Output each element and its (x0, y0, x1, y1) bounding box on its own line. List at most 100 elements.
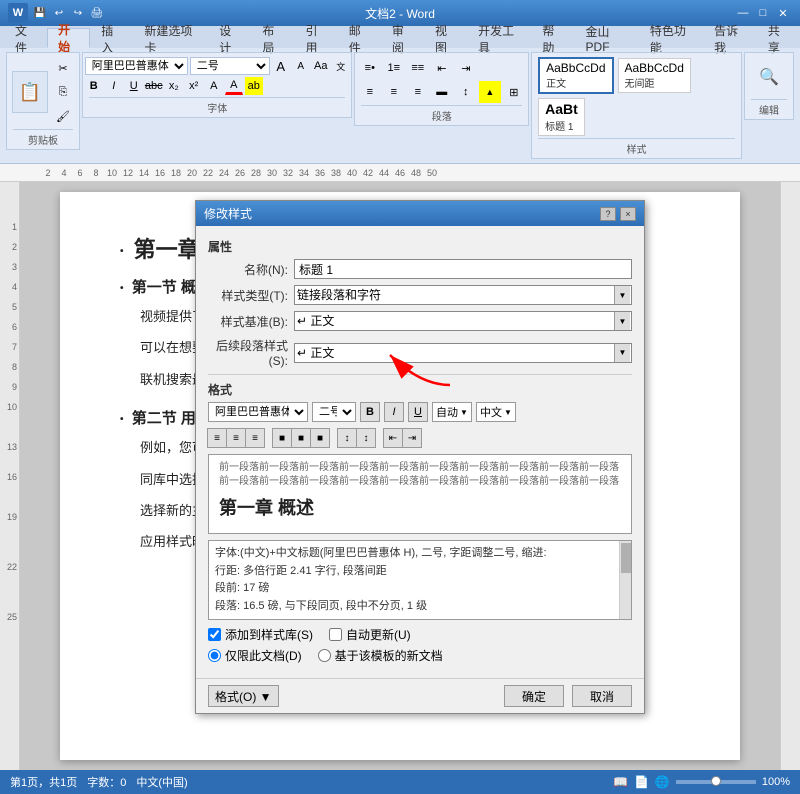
style-normal[interactable]: AaBbCcDd正文 (538, 57, 613, 94)
align-left-button[interactable]: ≡ (207, 428, 227, 448)
copy-button[interactable]: ⎘ (52, 81, 74, 103)
justify-right-button[interactable]: ■ (310, 428, 330, 448)
strikethrough-button[interactable]: abc (145, 77, 163, 95)
tab-mailings[interactable]: 邮件 (338, 28, 381, 48)
style-no-spacing[interactable]: AaBbCcDd无间距 (618, 58, 691, 93)
fmt-font-select[interactable]: 阿里巴巴普惠体 (208, 402, 308, 422)
save-icon[interactable]: 💾 (32, 5, 48, 21)
highlight-button[interactable]: ab (245, 77, 263, 95)
read-mode-button[interactable]: 📖 (613, 775, 628, 789)
font-grow-button[interactable]: A (272, 57, 290, 75)
justify-center-button[interactable]: ■ (291, 428, 311, 448)
multilevel-list-button[interactable]: ≡≡ (407, 57, 429, 79)
new-docs-input[interactable] (318, 649, 331, 662)
only-doc-input[interactable] (208, 649, 221, 662)
print-preview-icon[interactable]: 🖨 (89, 5, 105, 21)
paste-button[interactable]: 📋 (12, 71, 48, 113)
only-doc-radio[interactable]: 仅限此文档(D) (208, 647, 302, 664)
align-right-button[interactable]: ≡ (407, 81, 429, 103)
auto-update-input[interactable] (329, 628, 342, 641)
tab-share[interactable]: 共享 (757, 28, 800, 48)
tab-start[interactable]: 开始 (47, 28, 90, 48)
indent-decrease-button[interactable]: ⇤ (383, 428, 403, 448)
ribbon-tabs: 文件 开始 插入 新建选项卡 设计 布局 引用 邮件 审阅 视图 开发工具 帮助… (0, 26, 800, 48)
font-size-select[interactable]: 二号 (190, 57, 270, 75)
cancel-button[interactable]: 取消 (572, 685, 632, 707)
modify-style-dialog[interactable]: 修改样式 ? × 属性 名称(N): 样式类型(T): 链接段落和字符 (195, 200, 645, 714)
tab-tell-me[interactable]: 告诉我 (703, 28, 757, 48)
indent-increase-button[interactable]: ⇥ (402, 428, 422, 448)
auto-update-checkbox[interactable]: 自动更新(U) (329, 626, 411, 643)
pinyin-button[interactable]: 文 (332, 57, 350, 75)
zoom-slider[interactable] (676, 780, 756, 784)
format-dropdown-button[interactable]: 格式(O) ▼ (208, 685, 279, 707)
fmt-color-button[interactable]: 自动 ▼ (432, 402, 472, 422)
format-painter-button[interactable]: 🖌 (52, 105, 74, 127)
text-color-button[interactable]: A (225, 77, 243, 95)
tab-insert[interactable]: 插入 (90, 28, 133, 48)
bold-button[interactable]: B (85, 77, 103, 95)
border-button[interactable]: ⊞ (503, 81, 525, 103)
increase-indent-button[interactable]: ⇥ (455, 57, 477, 79)
new-docs-radio[interactable]: 基于该模板的新文档 (318, 647, 443, 664)
italic-button[interactable]: I (105, 77, 123, 95)
subscript-button[interactable]: x₂ (165, 77, 183, 95)
add-to-gallery-checkbox[interactable]: 添加到样式库(S) (208, 626, 313, 643)
justify-button[interactable]: ▬ (431, 81, 453, 103)
align-center-button[interactable]: ≡ (383, 81, 405, 103)
tab-design[interactable]: 设计 (208, 28, 251, 48)
line-spacing-increase-button[interactable]: ↕ (356, 428, 376, 448)
tab-features[interactable]: 特色功能 (639, 28, 703, 48)
tab-references[interactable]: 引用 (295, 28, 338, 48)
align-right-button[interactable]: ≡ (245, 428, 265, 448)
add-to-gallery-input[interactable] (208, 628, 221, 641)
close-button[interactable]: ✕ (774, 5, 792, 21)
tab-layout[interactable]: 布局 (251, 28, 294, 48)
align-center-button[interactable]: ≡ (226, 428, 246, 448)
text-effect-button[interactable]: A (205, 77, 223, 95)
fmt-underline-button[interactable]: U (408, 402, 428, 422)
name-input[interactable] (294, 259, 632, 279)
tab-pdf[interactable]: 金山PDF (575, 28, 639, 48)
tab-new-tab[interactable]: 新建选项卡 (133, 28, 208, 48)
clear-format-button[interactable]: Aa (312, 57, 330, 75)
redo-icon[interactable]: ↪ (70, 5, 86, 21)
description-scrollbar[interactable] (619, 541, 631, 619)
underline-button[interactable]: U (125, 77, 143, 95)
maximize-button[interactable]: □ (754, 5, 772, 21)
print-layout-button[interactable]: 📄 (634, 775, 649, 789)
dialog-close-button[interactable]: × (620, 207, 636, 221)
zoom-level: 100% (762, 776, 790, 788)
tab-developer[interactable]: 开发工具 (467, 28, 531, 48)
superscript-button[interactable]: x² (185, 77, 203, 95)
undo-icon[interactable]: ↩ (51, 5, 67, 21)
next-style-select[interactable]: ↵ 正文 (294, 343, 632, 363)
fmt-italic-button[interactable]: I (384, 402, 404, 422)
fill-color-button[interactable]: ▲ (479, 81, 501, 103)
style-type-select[interactable]: 链接段落和字符 (294, 285, 632, 305)
dialog-help-button[interactable]: ? (600, 207, 616, 221)
tab-file[interactable]: 文件 (4, 28, 47, 48)
minimize-button[interactable]: — (734, 5, 752, 21)
decrease-indent-button[interactable]: ⇤ (431, 57, 453, 79)
line-spacing-decrease-button[interactable]: ↕ (337, 428, 357, 448)
tab-view[interactable]: 视图 (424, 28, 467, 48)
style-heading1[interactable]: AaBt标题 1 (538, 98, 585, 136)
line-spacing-button[interactable]: ↕ (455, 81, 477, 103)
style-base-select[interactable]: ↵ 正文 (294, 311, 632, 331)
fmt-bold-button[interactable]: B (360, 402, 380, 422)
tab-review[interactable]: 审阅 (381, 28, 424, 48)
font-name-select[interactable]: 阿里巴巴普惠体 (85, 57, 188, 75)
align-left-button[interactable]: ≡ (359, 81, 381, 103)
tab-help[interactable]: 帮助 (531, 28, 574, 48)
web-layout-button[interactable]: 🌐 (655, 775, 670, 789)
numbering-button[interactable]: 1≡ (383, 57, 405, 79)
font-shrink-button[interactable]: A (292, 57, 310, 75)
ok-button[interactable]: 确定 (504, 685, 564, 707)
cut-button[interactable]: ✂ (52, 57, 74, 79)
justify-left-button[interactable]: ■ (272, 428, 292, 448)
find-button[interactable]: 🔍 (753, 57, 785, 97)
fmt-lang-button[interactable]: 中文 ▼ (476, 402, 516, 422)
fmt-size-select[interactable]: 二号 (312, 402, 356, 422)
bullets-button[interactable]: ≡• (359, 57, 381, 79)
